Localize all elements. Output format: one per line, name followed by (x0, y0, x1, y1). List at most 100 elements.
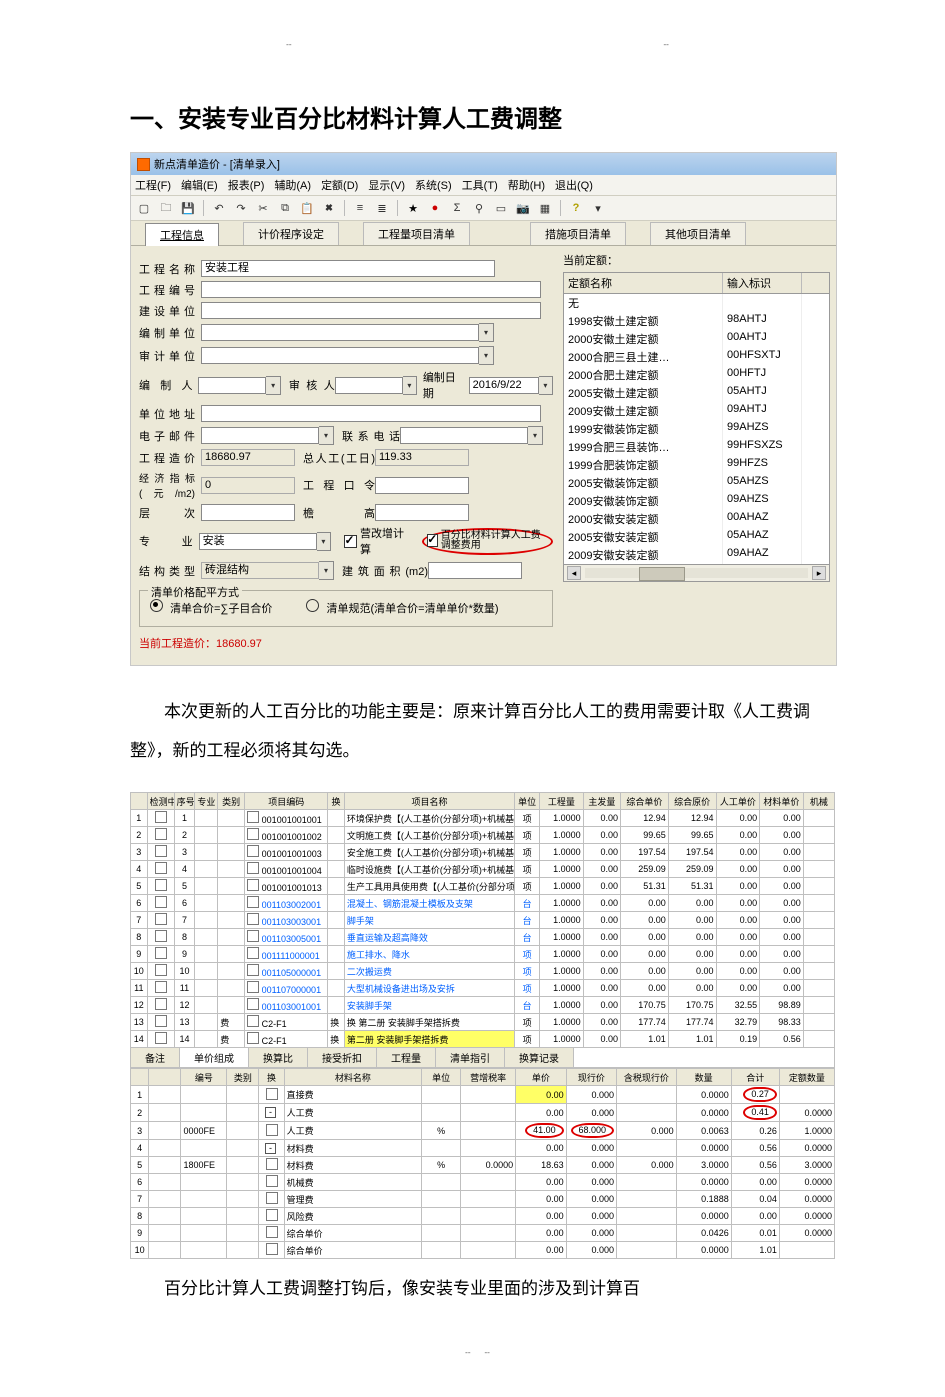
chevron-down-icon[interactable]: ▾ (319, 426, 334, 445)
menu-help[interactable]: 帮助(H) (508, 177, 545, 193)
detail-tab[interactable]: 单价组成 (180, 1048, 249, 1067)
quota-row[interactable]: 2009安徽安装定额09AHAZ (564, 546, 829, 564)
unit-price-breakdown-table[interactable]: 编号类别换材料名称单位营增税率单价现行价含税现行价数量合计定额数量 1 直接费 … (130, 1068, 835, 1259)
new-file-icon[interactable]: ▢ (135, 199, 153, 217)
table-row[interactable]: 4 - 材料费 0.00 0.000 0.0000 0.56 0.0000 (131, 1140, 835, 1157)
menu-tool[interactable]: 工具(T) (462, 177, 498, 193)
quota-row[interactable]: 2000安徽安装定额00AHAZ (564, 510, 829, 528)
field-project-order[interactable] (375, 477, 469, 494)
quota-row[interactable]: 1999安徽装饰定额99AHZS (564, 420, 829, 438)
menu-edit[interactable]: 编辑(E) (181, 177, 218, 193)
table-row[interactable]: 8 8 001103005001 垂直运输及超高降效 台 1.0000 0.00… (131, 929, 835, 946)
chevron-down-icon[interactable]: ▾ (539, 376, 553, 395)
redo-icon[interactable]: ↷ (232, 199, 250, 217)
detail-tabs[interactable]: 备注单价组成换算比接受折扣工程量清单指引换算记录 (130, 1048, 835, 1068)
find-icon[interactable]: ⚲ (470, 199, 488, 217)
detail-tab[interactable]: 换算比 (249, 1048, 308, 1067)
quota-row[interactable]: 2000安徽土建定额00AHTJ (564, 330, 829, 348)
record-icon[interactable]: ● (426, 199, 444, 217)
detail-tab[interactable]: 接受折扣 (308, 1048, 377, 1067)
field-phone[interactable] (400, 427, 528, 444)
field-compile-unit[interactable] (201, 324, 479, 341)
field-build-area[interactable] (428, 562, 522, 579)
scroll-thumb[interactable] (639, 567, 686, 581)
menu-quota[interactable]: 定额(D) (321, 177, 358, 193)
table-row[interactable]: 9 综合单价 0.00 0.000 0.0426 0.01 0.0000 (131, 1225, 835, 1242)
quota-row[interactable]: 1998安徽土建定额98AHTJ (564, 312, 829, 330)
save-icon[interactable]: 💾 (179, 199, 197, 217)
table-row[interactable]: 5 1800FE 材料费 % 0.0000 18.63 0.000 0.000 … (131, 1157, 835, 1174)
table-row[interactable]: 3 0000FE 人工费 % 41.00 68.000 0.000 0.0063… (131, 1122, 835, 1140)
field-build-unit[interactable] (201, 302, 541, 319)
cut-icon[interactable]: ✂ (254, 199, 272, 217)
menu-view[interactable]: 显示(V) (368, 177, 405, 193)
menu-bar[interactable]: 工程(F) 编辑(E) 报表(P) 辅助(A) 定额(D) 显示(V) 系统(S… (131, 175, 836, 196)
field-audit-unit[interactable] (201, 347, 479, 364)
table-row[interactable]: 10 10 001105000001 二次搬运费 项 1.0000 0.00 0… (131, 963, 835, 980)
field-project-name[interactable]: 安装工程 (201, 260, 495, 277)
chevron-down-icon[interactable]: ▾ (266, 376, 280, 395)
table-row[interactable]: 7 7 001103003001 脚手架 台 1.0000 0.00 0.00 … (131, 912, 835, 929)
table-row[interactable]: 2 - 人工费 0.00 0.000 0.0000 0.41 0.0000 (131, 1104, 835, 1122)
quota-row[interactable]: 无 (564, 294, 829, 312)
table-row[interactable]: 1 直接费 0.00 0.000 0.0000 0.27 (131, 1086, 835, 1104)
detail-tab[interactable]: 工程量 (377, 1048, 436, 1067)
sigma-icon[interactable]: Σ (448, 199, 466, 217)
grid-icon[interactable]: ▦ (536, 199, 554, 217)
align-icon[interactable]: ≡ (351, 199, 369, 217)
detail-tab[interactable]: 备注 (131, 1048, 180, 1067)
scroll-right-icon[interactable]: ▸ (812, 566, 826, 580)
detail-tab[interactable]: 换算记录 (505, 1048, 574, 1067)
table-row[interactable]: 13 13 费 C2-F1 换 换 第二册 安装脚手架搭拆费 项 1.0000 … (131, 1014, 835, 1031)
table-row[interactable]: 6 机械费 0.00 0.000 0.0000 0.00 0.0000 (131, 1174, 835, 1191)
scroll-left-icon[interactable]: ◂ (567, 566, 581, 580)
copy-icon[interactable]: ⧉ (276, 199, 294, 217)
quota-row[interactable]: 1999合肥三县装饰…99HFSXZS (564, 438, 829, 456)
detail-tab[interactable]: 清单指引 (436, 1048, 505, 1067)
chevron-down-icon[interactable]: ▾ (479, 323, 494, 342)
tab-pricing-setup[interactable]: 计价程序设定 (243, 222, 339, 245)
field-struct-type[interactable]: 砖混结构 (201, 562, 319, 579)
table-row[interactable]: 3 3 001001001003 安全施工费【(人工基价(分部分项)+机械基… … (131, 844, 835, 861)
radio-sum-child[interactable] (150, 599, 163, 612)
scroll-track[interactable] (585, 568, 808, 578)
table-row[interactable]: 7 管理费 0.00 0.000 0.1888 0.04 0.0000 (131, 1191, 835, 1208)
tab-other-list[interactable]: 其他项目清单 (650, 222, 746, 245)
open-file-icon[interactable]: 🗀 (157, 199, 175, 217)
table-row[interactable]: 10 综合单价 0.00 0.000 0.0000 1.01 (131, 1242, 835, 1259)
dropdown-icon[interactable]: ▾ (589, 199, 607, 217)
chevron-down-icon[interactable]: ▾ (479, 346, 494, 365)
field-eaves[interactable] (375, 504, 469, 521)
field-address[interactable] (201, 405, 541, 422)
quota-row[interactable]: 2005安徽装饰定额05AHZS (564, 474, 829, 492)
chevron-down-icon[interactable]: ▾ (403, 376, 417, 395)
quota-row[interactable]: 2005安徽土建定额05AHTJ (564, 384, 829, 402)
checkbox-percent-material-labor-adjust[interactable] (427, 534, 437, 547)
table-row[interactable]: 1 1 001001001001 环境保护费【(人工基价(分部分项)+机械基… … (131, 810, 835, 827)
radio-list-spec[interactable] (306, 599, 319, 612)
quota-row[interactable]: 2000合肥土建定额00HFTJ (564, 366, 829, 384)
star-icon[interactable]: ★ (404, 199, 422, 217)
chevron-down-icon[interactable]: ▾ (317, 532, 331, 551)
tab-project-info[interactable]: 工程信息 (145, 223, 219, 246)
help-icon[interactable]: ? (567, 199, 585, 217)
quota-row[interactable]: 2009安徽装饰定额09AHZS (564, 492, 829, 510)
quota-row[interactable]: 1999合肥装饰定额99HFZS (564, 456, 829, 474)
measure-items-table[interactable]: 检测中序号专业类别项目编码换项目名称单位工程量主发量综合单价综合原价人工单价材料… (130, 792, 835, 1048)
table-row[interactable]: 12 12 001103001001 安装脚手架 台 1.0000 0.00 1… (131, 997, 835, 1014)
table-row[interactable]: 14 14 费 C2-F1 换 第二册 安装脚手架搭拆费 项 1.0000 0.… (131, 1031, 835, 1048)
field-floors[interactable] (201, 504, 295, 521)
field-specialty[interactable]: 安装 (199, 533, 317, 550)
camera-icon[interactable]: 📷 (514, 199, 532, 217)
table-row[interactable]: 11 11 001107000001 大型机械设备进出场及安拆 项 1.0000… (131, 980, 835, 997)
menu-exit[interactable]: 退出(Q) (555, 177, 593, 193)
quota-row[interactable]: 2000合肥三县土建…00HFSXTJ (564, 348, 829, 366)
tab-qty-list[interactable]: 工程量项目清单 (363, 222, 470, 245)
field-project-code[interactable] (201, 281, 541, 298)
table-row[interactable]: 8 风险费 0.00 0.000 0.0000 0.00 0.0000 (131, 1208, 835, 1225)
menu-aux[interactable]: 辅助(A) (274, 177, 311, 193)
menu-project[interactable]: 工程(F) (135, 177, 171, 193)
table-row[interactable]: 2 2 001001001002 文明施工费【(人工基价(分部分项)+机械基… … (131, 827, 835, 844)
field-auditor[interactable] (335, 377, 403, 394)
blank-icon[interactable]: ▭ (492, 199, 510, 217)
